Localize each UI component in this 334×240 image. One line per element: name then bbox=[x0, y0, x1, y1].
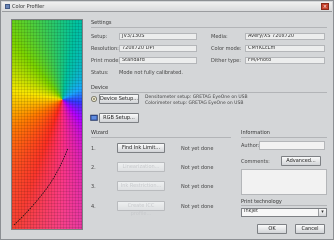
author-label: Author: bbox=[241, 143, 260, 149]
setup-label: Setup: bbox=[91, 34, 108, 40]
status-value: Mode not fully calibrated. bbox=[119, 70, 183, 76]
wizard-section-label: Wizard bbox=[91, 130, 109, 136]
wizard-step-status: Not yet done bbox=[181, 204, 214, 210]
advanced-button[interactable]: Advanced... bbox=[281, 156, 321, 166]
ok-button[interactable]: OK bbox=[257, 224, 287, 234]
device-setup-button[interactable]: Device Setup... bbox=[99, 94, 139, 104]
media-label: Media: bbox=[211, 34, 228, 40]
ink-restriction-button[interactable]: Ink Restriction... bbox=[117, 181, 165, 191]
cancel-button[interactable]: Cancel bbox=[295, 224, 325, 234]
dither-type-label: Dither type: bbox=[211, 58, 241, 64]
print-mode-value: Standard bbox=[119, 57, 197, 64]
chevron-down-icon[interactable]: ▾ bbox=[318, 209, 326, 216]
wizard-step-status: Not yet done bbox=[181, 165, 214, 171]
window-title: Color Profiler bbox=[12, 4, 45, 10]
print-technology-selected: Inkjet bbox=[244, 208, 258, 214]
wizard-step-status: Not yet done bbox=[181, 184, 214, 190]
color-profiler-window: Color Profiler × Settings Setup: JV3/130… bbox=[0, 0, 334, 240]
find-ink-limit-button[interactable]: Find Ink Limit... bbox=[117, 143, 165, 153]
setup-value: JV3/130S bbox=[119, 33, 197, 40]
color-gamut-preview bbox=[11, 19, 83, 230]
rgb-setup-button[interactable]: RGB Setup... bbox=[99, 113, 139, 123]
information-section-label: Information bbox=[241, 130, 270, 136]
wizard-step-number: 4. bbox=[91, 204, 96, 210]
print-technology-divider bbox=[241, 205, 327, 206]
print-mode-label: Print mode: bbox=[91, 58, 120, 64]
close-icon[interactable]: × bbox=[321, 3, 329, 10]
colorimeter-setup-text: Colorimeter setup: GRETAG EyeOne on USB bbox=[145, 101, 244, 106]
create-icc-profile-button[interactable]: Create ICC profile... bbox=[117, 201, 165, 217]
comments-label: Comments: bbox=[241, 159, 270, 165]
dither-type-value: FM/Photo bbox=[245, 57, 325, 64]
wizard-step-number: 2. bbox=[91, 165, 96, 171]
author-input[interactable] bbox=[259, 141, 325, 150]
device-section-label: Device bbox=[91, 85, 109, 91]
wizard-divider bbox=[91, 137, 231, 138]
gear-icon bbox=[91, 96, 97, 102]
linearization-button[interactable]: Linearization... bbox=[117, 162, 165, 172]
status-label: Status: bbox=[91, 70, 109, 76]
wizard-step-number: 1. bbox=[91, 146, 96, 152]
rgb-icon bbox=[90, 114, 98, 121]
comments-textarea[interactable] bbox=[241, 169, 327, 195]
wizard-step-number: 3. bbox=[91, 184, 96, 190]
app-icon bbox=[5, 4, 10, 9]
information-divider bbox=[241, 137, 327, 138]
settings-section-label: Settings bbox=[91, 20, 112, 26]
wizard-step-status: Not yet done bbox=[181, 146, 214, 152]
color-mode-value: CMYKLcLm bbox=[245, 45, 325, 52]
densitometer-setup-text: Densitometer setup: GRETAG EyeOne on USB bbox=[145, 95, 248, 100]
device-divider bbox=[91, 92, 327, 93]
resolution-value: 720x720 DPI bbox=[119, 45, 197, 52]
media-value: Avery/XS 720x720 bbox=[245, 33, 325, 40]
resolution-label: Resolution: bbox=[91, 46, 119, 52]
gamut-curve bbox=[13, 147, 69, 226]
color-mode-label: Color mode: bbox=[211, 46, 242, 52]
settings-divider bbox=[91, 27, 327, 28]
print-technology-select[interactable]: Inkjet ▾ bbox=[241, 208, 327, 217]
title-bar[interactable]: Color Profiler × bbox=[2, 2, 332, 12]
